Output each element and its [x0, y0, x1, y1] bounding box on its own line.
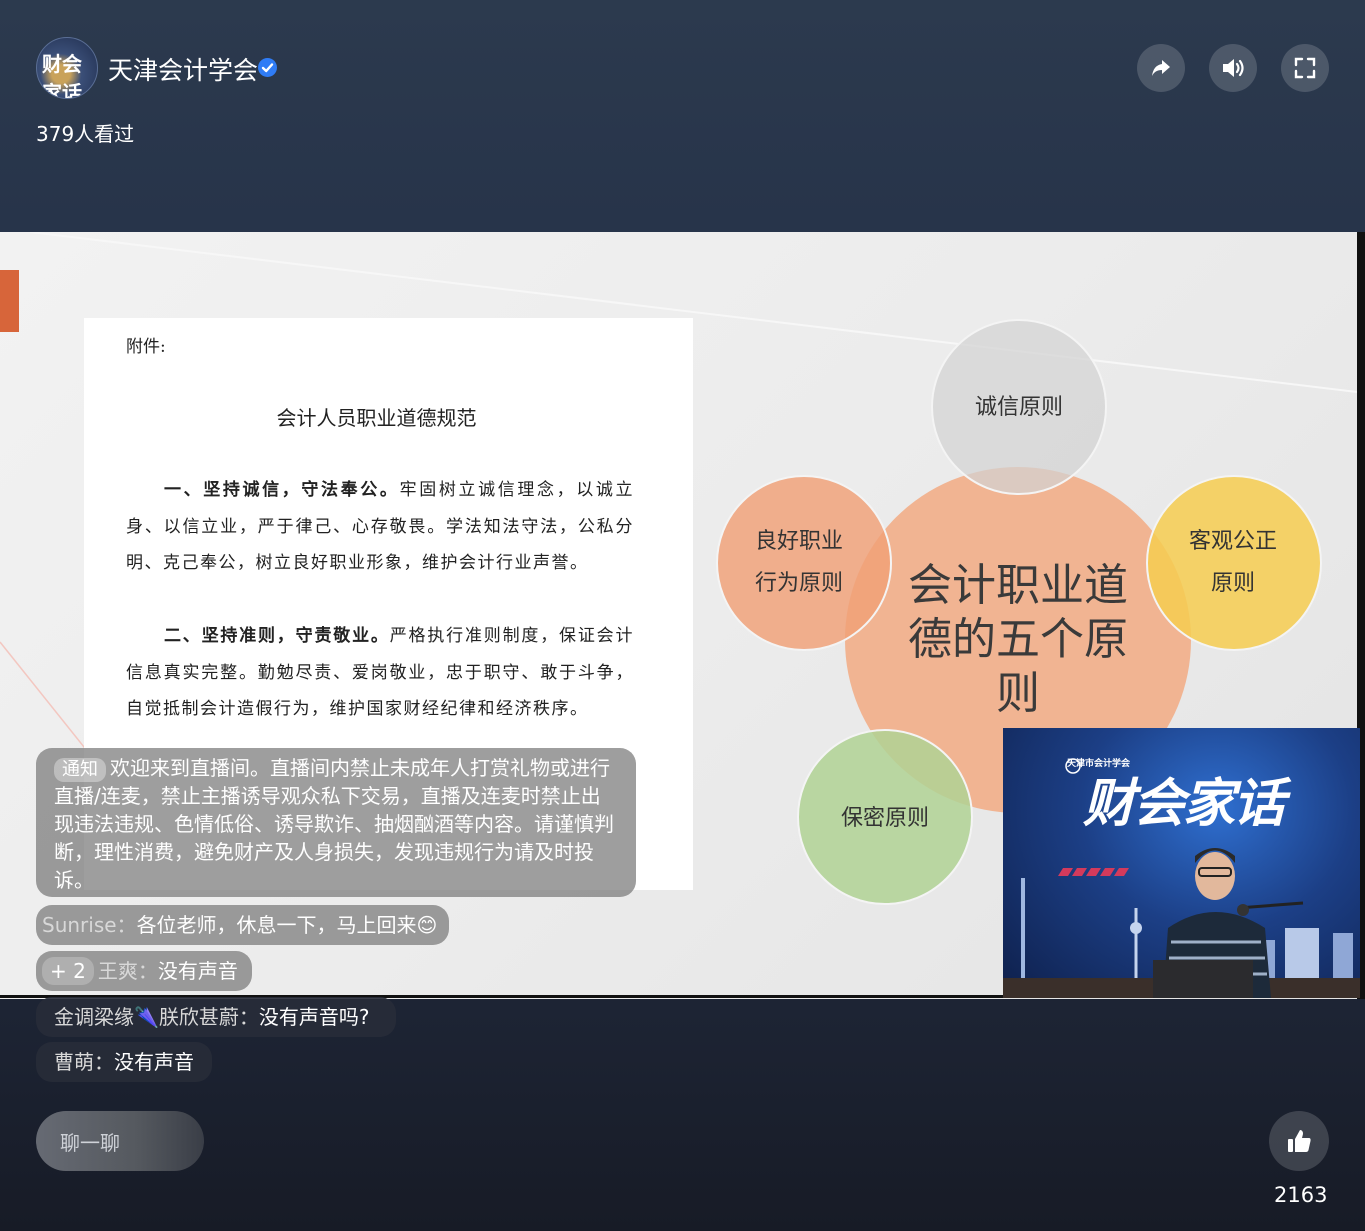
share-icon	[1152, 60, 1170, 76]
left-principle-label: 良好职业行为原则	[754, 529, 843, 596]
verified-badge-icon	[258, 58, 277, 77]
studio-background	[1003, 758, 1360, 998]
pip-brand-text: 财会家话	[1083, 773, 1285, 834]
chat-username[interactable]: Sunrise：	[42, 913, 137, 937]
doc-paragraph-1-heading: 一、坚持诚信，守法奉公。	[164, 480, 400, 500]
center-principle-label: 会计职业道德的五个原则	[908, 560, 1128, 719]
notice-tag: 通知	[54, 758, 106, 782]
bottom-principle-label: 保密原则	[840, 806, 929, 831]
chat-text: 没有声音	[114, 1050, 194, 1074]
system-notice-message: 通知 欢迎来到直播间。直播间内禁止未成年人打赏礼物或进行直播/连麦，禁止主播诱导观…	[36, 748, 636, 897]
doc-paragraph-2-heading: 二、坚持准则，守责敬业。	[164, 626, 390, 646]
chat-text: 各位老师，休息一下，马上回来😊	[136, 913, 438, 937]
presenter-camera-video[interactable]: 天津市会计学会 财会家话	[1003, 728, 1360, 998]
chat-username[interactable]: 曹萌：	[54, 1050, 114, 1074]
avatar-logo-text: 财会家话	[42, 52, 82, 99]
chat-text: 没有声音吗?	[258, 1005, 370, 1029]
left-principle-circle: 良好职业行为原则	[716, 475, 892, 651]
level-badge: + 2	[42, 957, 94, 985]
chat-username[interactable]: 金调梁缘🌂朕欣甚蔚：	[54, 1005, 259, 1029]
thumbs-up-icon	[1288, 1130, 1311, 1152]
share-button[interactable]	[1137, 44, 1185, 92]
doc-paragraph-1: 一、坚持诚信，守法奉公。牢固树立诚信理念，以诚立身、以信立业，严于律己、心存敬畏…	[126, 472, 634, 582]
chat-message[interactable]: Sunrise：各位老师，休息一下，马上回来😊	[36, 905, 450, 945]
right-principle-circle: 客观公正原则	[1146, 475, 1322, 651]
doc-heading: 附件:	[126, 337, 166, 357]
top-principle-label: 诚信原则	[974, 395, 1063, 420]
chat-input[interactable]: 聊一聊	[36, 1111, 204, 1171]
chat-message[interactable]: + 2 王爽：没有声音	[36, 951, 252, 991]
like-count: 2163	[1274, 1183, 1328, 1207]
chat-text: 没有声音	[157, 959, 238, 983]
slide-accent-tab	[0, 270, 19, 332]
fullscreen-icon	[1294, 57, 1316, 79]
volume-icon	[1223, 59, 1244, 77]
pip-org-text: 天津市会计学会	[1067, 759, 1131, 769]
fullscreen-button[interactable]	[1281, 44, 1329, 92]
channel-name[interactable]: 天津会计学会	[108, 51, 258, 87]
volume-button[interactable]	[1209, 44, 1257, 92]
chat-username[interactable]: 王爽：	[98, 959, 158, 983]
notice-text: 欢迎来到直播间。直播间内禁止未成年人打赏礼物或进行直播/连麦，禁止主播诱导观众私…	[54, 756, 614, 892]
chat-message[interactable]: 曹萌：没有声音	[36, 1042, 212, 1082]
doc-title: 会计人员职业道德规范	[276, 406, 477, 430]
channel-avatar[interactable]: 财会家话	[36, 37, 98, 99]
bottom-principle-circle: 保密原则	[797, 729, 973, 905]
doc-paragraph-2: 二、坚持准则，守责敬业。严格执行准则制度，保证会计信息真实完整。勤勉尽责、爱岗敬…	[126, 618, 634, 728]
chat-message[interactable]: 金调梁缘🌂朕欣甚蔚：没有声音吗?	[36, 997, 396, 1037]
right-principle-label: 客观公正原则	[1188, 529, 1277, 596]
view-count: 379人看过	[36, 122, 135, 146]
top-principle-circle: 诚信原则	[931, 319, 1107, 495]
like-button[interactable]	[1269, 1111, 1329, 1171]
